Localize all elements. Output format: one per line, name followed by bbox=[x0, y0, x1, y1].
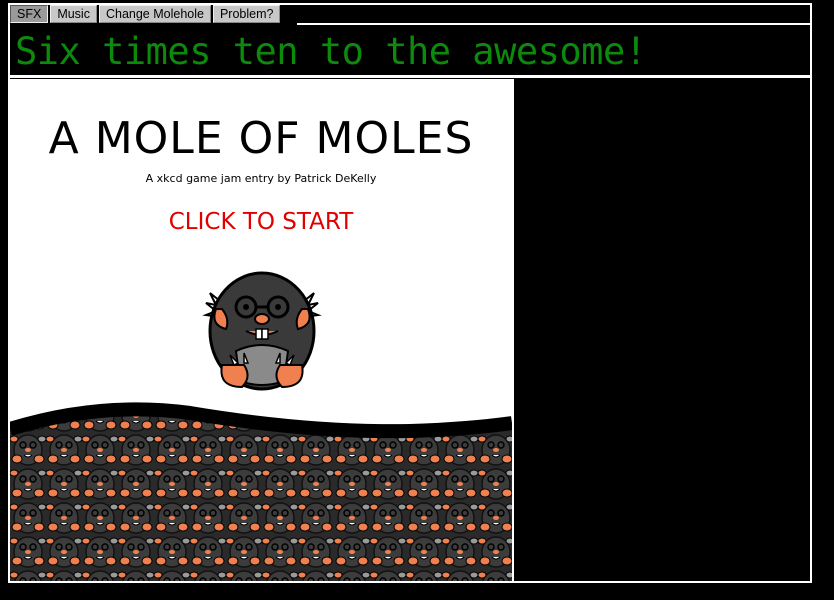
problem-button[interactable]: Problem? bbox=[212, 5, 281, 23]
game-subtitle: A xkcd game jam entry by Patrick DeKelly bbox=[145, 172, 377, 185]
side-panel bbox=[514, 79, 810, 581]
sfx-toggle-button[interactable]: SFX bbox=[10, 5, 49, 23]
music-toggle-button[interactable]: Music bbox=[50, 5, 97, 23]
mole-pile-ground bbox=[10, 402, 512, 581]
change-molehole-button[interactable]: Change Molehole bbox=[98, 5, 211, 23]
toolbar-divider bbox=[297, 5, 810, 25]
mole-mascot-icon bbox=[202, 271, 322, 391]
banner-message: Six times ten to the awesome! bbox=[15, 30, 647, 73]
banner: Six times ten to the awesome! bbox=[10, 25, 810, 78]
game-canvas[interactable]: A MOLE OF MOLES A xkcd game jam entry by… bbox=[10, 79, 512, 581]
click-to-start-button[interactable]: CLICK TO START bbox=[10, 209, 512, 235]
toolbar: SFX Music Change Molehole Problem? bbox=[10, 5, 281, 23]
game-title: A MOLE OF MOLES bbox=[48, 113, 474, 164]
